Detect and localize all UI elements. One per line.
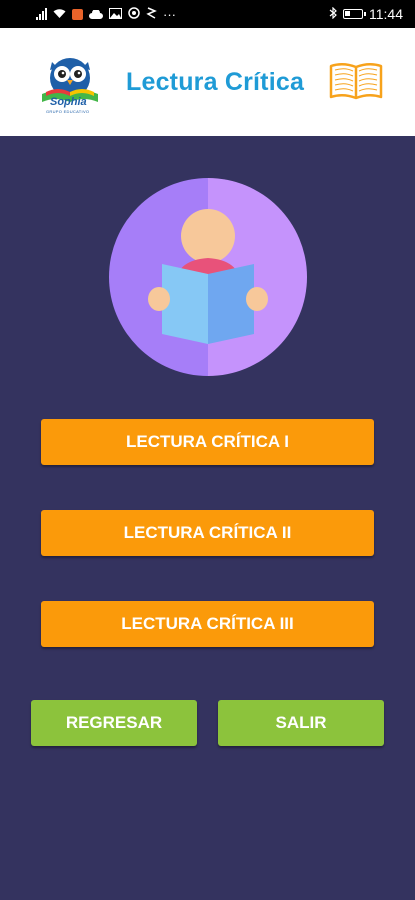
lectura-critica-3-button[interactable]: LECTURA CRÍTICA III — [41, 601, 374, 647]
reader-illustration — [109, 178, 307, 376]
book-icon — [328, 61, 384, 101]
pinwheel-icon — [146, 6, 157, 22]
status-bar: ··· 11:44 — [0, 0, 415, 28]
image-icon — [109, 7, 122, 22]
logo-subtext: GRUPO EDUCATIVO — [46, 109, 90, 114]
app-header: Sophia GRUPO EDUCATIVO Lectura Crítica — [0, 28, 415, 136]
lectura-critica-1-button[interactable]: LECTURA CRÍTICA I — [41, 419, 374, 465]
status-icons-left: ··· — [36, 7, 176, 22]
bluetooth-icon — [329, 6, 337, 22]
wifi-icon — [53, 7, 66, 22]
sophia-logo: Sophia GRUPO EDUCATIVO — [36, 48, 104, 118]
lectura-critica-2-button[interactable]: LECTURA CRÍTICA II — [41, 510, 374, 556]
cloud-icon — [89, 7, 103, 22]
camera-icon — [128, 6, 140, 22]
more-notifications: ··· — [163, 6, 176, 22]
status-time: 11:44 — [369, 6, 403, 22]
back-button[interactable]: REGRESAR — [31, 700, 197, 746]
status-icons-right: 11:44 — [329, 6, 403, 22]
page-title: Lectura Crítica — [126, 68, 305, 96]
logo-text: Sophia — [50, 96, 87, 108]
notification-app-icon — [72, 8, 83, 20]
signal-icon — [36, 8, 47, 20]
exit-button[interactable]: SALIR — [218, 700, 384, 746]
battery-icon — [343, 9, 366, 19]
